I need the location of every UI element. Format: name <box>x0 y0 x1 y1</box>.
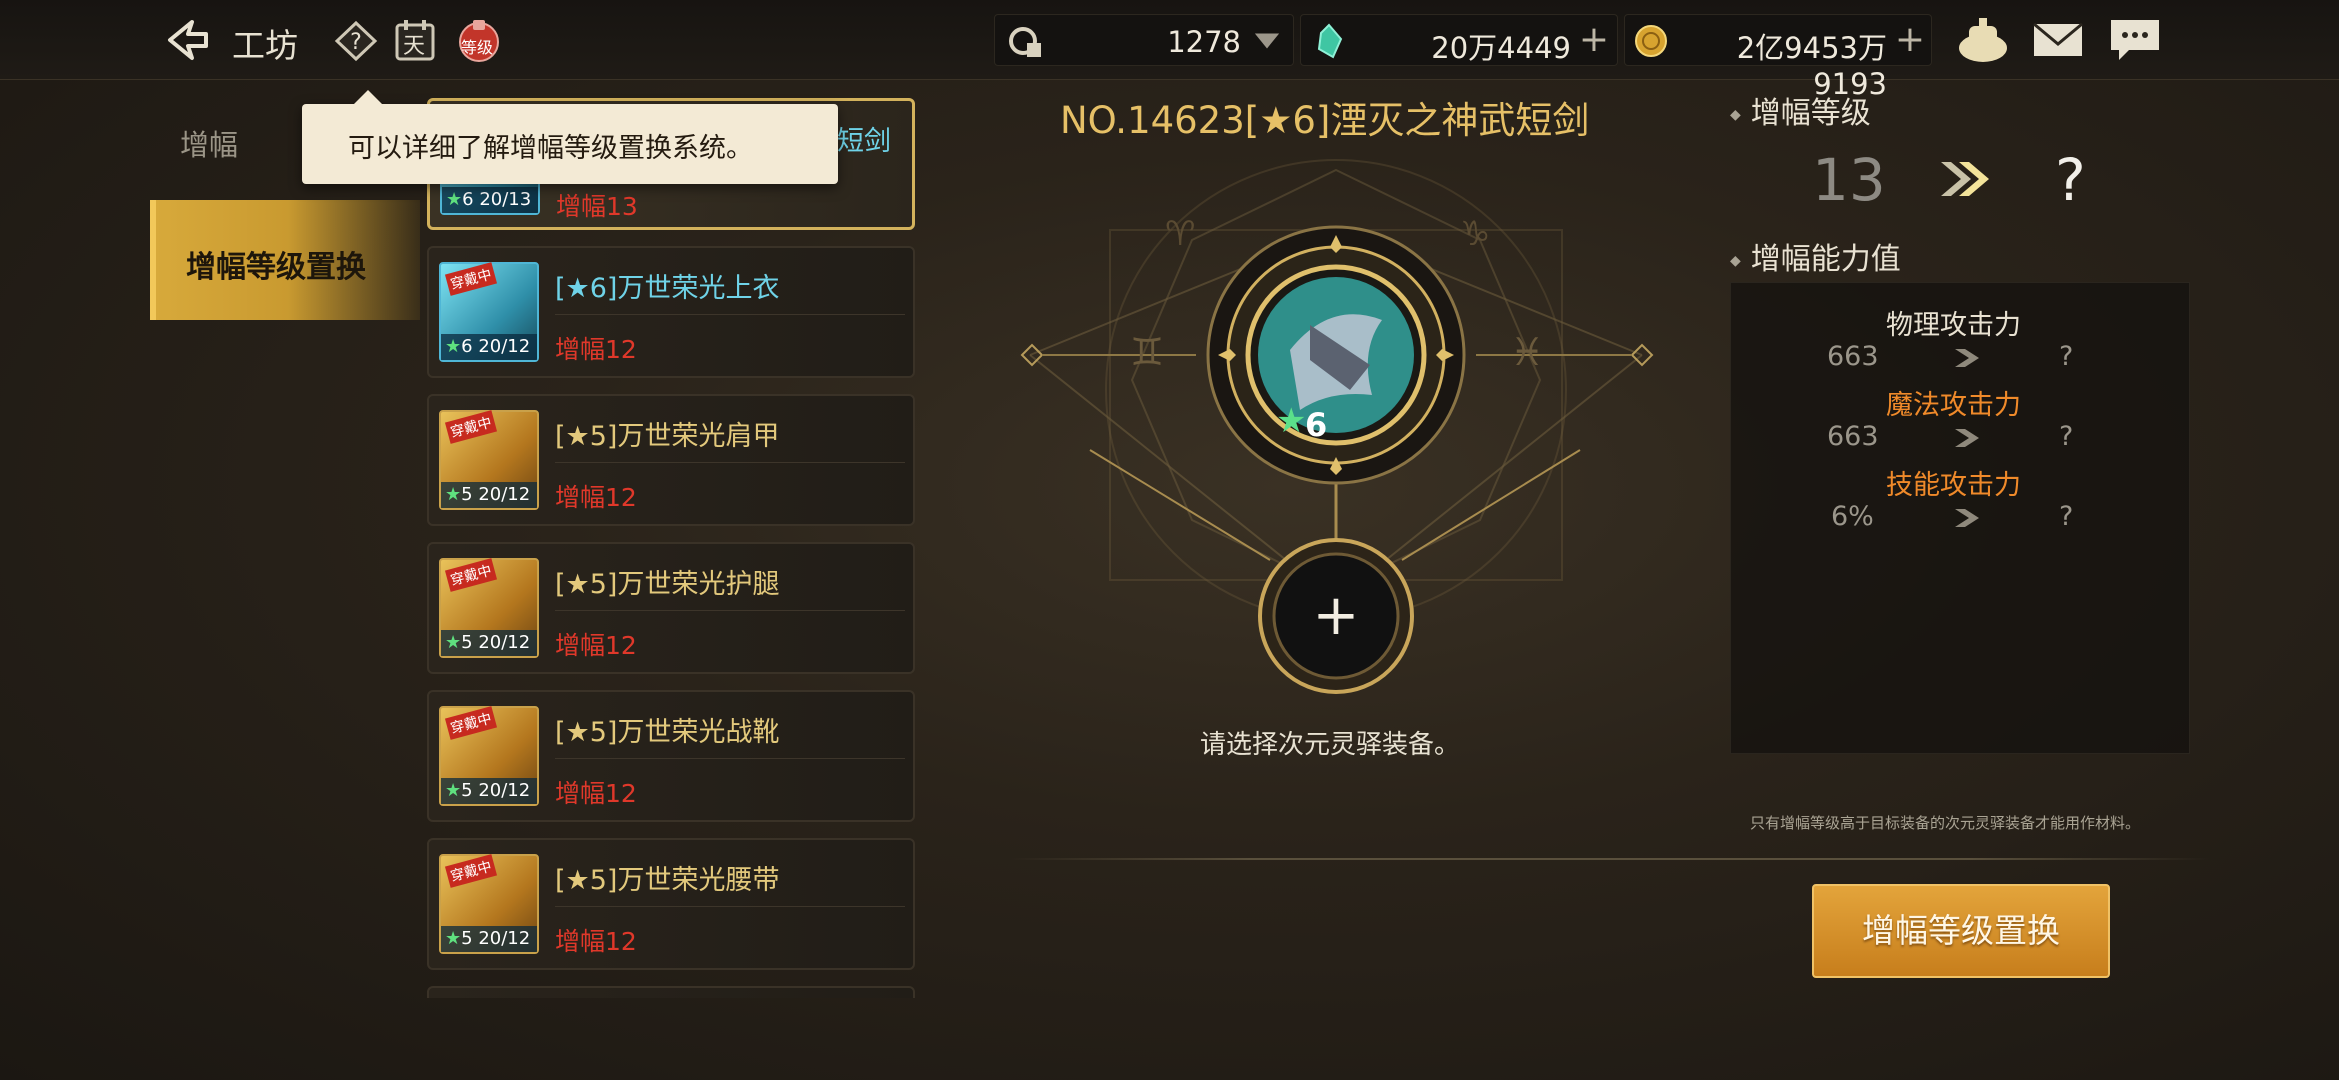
add-gold-button[interactable]: + <box>1893 22 1927 58</box>
current-level: 13 <box>1812 146 1886 214</box>
equipment-level: 增幅12 <box>555 631 637 660</box>
next-level: ? <box>2055 146 2086 214</box>
card-divider <box>555 462 905 463</box>
stat-label: 魔法攻击力 <box>1886 390 2021 421</box>
equipment-star-progress: ★5 20/12 <box>441 630 537 656</box>
bag-icon[interactable] <box>1955 14 2011 66</box>
equipment-name: [★6]万世荣光上衣 <box>555 273 780 304</box>
equipped-tag: 穿戴中 <box>444 410 498 444</box>
item-star-count: 6 <box>1305 406 1327 444</box>
stat-label: 物理攻击力 <box>1886 310 2021 341</box>
svg-text:♈: ♈ <box>1165 214 1195 254</box>
mail-icon[interactable] <box>2030 14 2086 66</box>
level-heading: 增幅等级 <box>1730 88 1871 132</box>
ticket-value: 1278 <box>1167 25 1241 59</box>
equipment-thumbnail: 穿戴中 ★5 20/12 <box>439 706 539 806</box>
ticket-icon <box>1009 27 1041 57</box>
crystal-resource: 20万4449 + <box>1300 14 1618 66</box>
item-star-icon: ★ <box>1276 401 1306 441</box>
add-material-icon[interactable]: + <box>1313 583 1360 648</box>
equipment-list[interactable]: ★6 20/13 武短剑 增幅13 穿戴中 ★6 20/12 [★6]万世荣光上… <box>427 98 915 998</box>
svg-text:♑: ♑ <box>1460 214 1490 254</box>
gold-resource: 2亿9453万9193 + <box>1624 14 1932 101</box>
level-badge-label: 等级 <box>461 38 494 57</box>
equipment-level: 增幅12 <box>555 779 637 808</box>
card-divider <box>555 314 905 315</box>
svg-text:♓: ♓ <box>1510 330 1544 374</box>
equipment-name: [★5]万世荣光腰带 <box>555 865 780 896</box>
card-divider <box>555 758 905 759</box>
chevron-down-icon[interactable] <box>1253 31 1281 51</box>
tab-level-transfer-label: 增幅等级置换 <box>186 250 366 285</box>
help-icon[interactable]: ? <box>334 20 378 62</box>
equipment-level: 增幅12 <box>555 927 637 956</box>
tab-level-transfer[interactable]: 增幅等级置换 <box>150 200 420 320</box>
equipment-thumbnail: 穿戴中 ★6 20/12 <box>439 262 539 362</box>
item-title: NO.14623[★6]湮灭之神武短剑 <box>1060 99 1590 142</box>
equipment-card[interactable]: 穿戴中 ★5 20/12 [★5]万世荣光护腿 增幅12 <box>427 542 915 674</box>
equipped-tag: 穿戴中 <box>444 854 498 888</box>
stat-current: 663 <box>1827 341 1879 372</box>
equipment-star-progress: ★6 20/12 <box>441 334 537 360</box>
equipment-card[interactable]: 穿戴中 ★5 20/12 [★5]万世荣光战靴 增幅12 <box>427 690 915 822</box>
stat-label: 技能攻击力 <box>1886 470 2021 501</box>
equipped-tag: 穿戴中 <box>444 558 498 592</box>
equipment-thumbnail: 穿戴中 ★5 20/12 <box>439 854 539 954</box>
equipment-thumbnail: 穿戴中 ★5 20/12 <box>439 558 539 658</box>
level-transfer-button[interactable]: 增幅等级置换 <box>1812 884 2110 978</box>
stat-current: 6% <box>1831 501 1874 532</box>
ticket-resource: 1278 <box>994 14 1294 66</box>
ability-heading: 增幅能力值 <box>1730 234 1901 278</box>
equipment-star-progress: ★5 20/12 <box>441 926 537 952</box>
equipment-level: 增幅12 <box>555 483 637 512</box>
arrow-icon <box>1955 349 1979 367</box>
equipment-card[interactable]: 穿戴中 ★5 20/12 [★5]万世荣光肩甲 增幅12 <box>427 394 915 526</box>
page-title: 工坊 <box>232 26 298 65</box>
equipped-tag: 穿戴中 <box>444 706 498 740</box>
add-crystal-button[interactable]: + <box>1577 22 1611 58</box>
back-arrow-icon[interactable] <box>162 16 212 64</box>
card-divider <box>555 906 905 907</box>
gold-coin-icon <box>1635 25 1667 57</box>
equipment-name: [★5]万世荣光战靴 <box>555 717 780 748</box>
stat-next: ? <box>2059 501 2074 532</box>
equipment-star-progress: ★5 20/12 <box>441 482 537 508</box>
equipment-star-progress: ★5 20/12 <box>441 778 537 804</box>
equipment-name: [★5]万世荣光护腿 <box>555 569 780 600</box>
equipment-name: [★5]万世荣光肩甲 <box>555 421 780 452</box>
help-tooltip: 可以详细了解增幅等级置换系统。 <box>302 90 838 184</box>
top-bar: 工坊 ? 天 等级 1278 20万4449 + 2亿9453万9193 + <box>0 0 2339 101</box>
card-divider <box>555 610 905 611</box>
double-arrow-icon <box>1941 162 1989 196</box>
chat-icon[interactable] <box>2107 14 2163 66</box>
crystal-value: 20万4449 <box>1431 31 1571 65</box>
magic-circle-art: ♊ ♓ ♈ ♑ ★ 6 + <box>1020 159 1654 694</box>
stat-current: 663 <box>1827 421 1879 452</box>
equipped-tag: 穿戴中 <box>444 262 498 296</box>
calendar-icon-glyph: 天 <box>403 34 426 59</box>
tab-reinforce[interactable]: 增幅 <box>180 122 238 164</box>
stat-panel: 物理攻击力 663 ? 魔法攻击力 663 ? 技能攻击力 6% ? <box>1730 282 2190 754</box>
divider <box>1010 858 2210 860</box>
crystal-icon <box>1317 23 1343 59</box>
equipment-card[interactable]: 穿戴中 ★6 20/12 [★6]万世荣光上衣 增幅12 <box>427 246 915 378</box>
equipment-level: 增幅13 <box>556 192 638 221</box>
stat-next: ? <box>2059 341 2074 372</box>
stat-next: ? <box>2059 421 2074 452</box>
svg-text:♊: ♊ <box>1130 330 1164 374</box>
equipment-star-progress: ★6 20/13 <box>442 187 538 213</box>
svg-text:?: ? <box>350 30 362 55</box>
equipment-thumbnail: 穿戴中 ★5 20/12 <box>439 410 539 510</box>
equipment-level: 增幅12 <box>555 335 637 364</box>
equipment-card[interactable] <box>427 986 915 998</box>
equipment-card[interactable]: 穿戴中 ★5 20/12 [★5]万世荣光腰带 增幅12 <box>427 838 915 970</box>
material-note: 只有增幅等级高于目标装备的次元灵驿装备才能用作材料。 <box>1750 814 2141 832</box>
arrow-icon <box>1955 429 1979 447</box>
select-prompt: 请选择次元灵驿装备。 <box>1200 730 1461 760</box>
arrow-icon <box>1955 509 1979 527</box>
